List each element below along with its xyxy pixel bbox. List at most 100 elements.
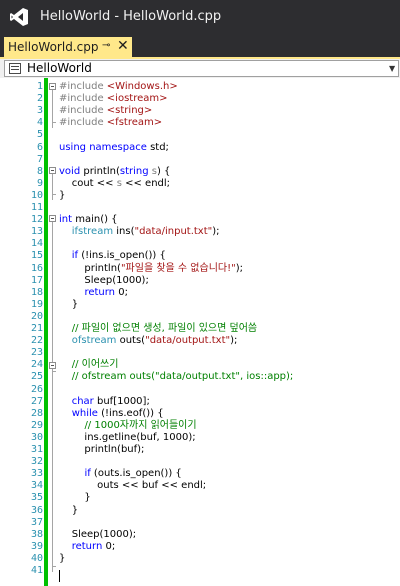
code-token: ins.getline(buf, 1000); <box>59 431 196 443</box>
line-number: 16 <box>30 262 43 274</box>
code-line[interactable]: 41 <box>0 565 400 577</box>
line-number: 10 <box>30 189 43 201</box>
pin-icon[interactable]: ⊸ <box>102 40 110 51</box>
line-number: 1 <box>36 81 43 92</box>
code-text: // 1000자까지 읽어들이기 <box>59 420 196 432</box>
code-line[interactable]: 12 int main() { <box>0 214 400 226</box>
code-line[interactable]: 35 } <box>0 492 400 504</box>
code-line[interactable]: 8 void println(string s) { <box>0 166 400 178</box>
line-number: 4 <box>36 117 43 129</box>
line-number: 34 <box>30 480 43 492</box>
code-text: } <box>59 492 90 504</box>
code-token: return <box>84 286 119 298</box>
code-line[interactable]: 37 <box>0 517 400 529</box>
code-line[interactable]: 31 println(buf); <box>0 444 400 456</box>
line-number: 17 <box>30 274 43 286</box>
code-token: cout << <box>59 177 117 189</box>
close-icon[interactable]: ✕ <box>117 38 129 54</box>
code-text: } <box>59 190 65 202</box>
code-token: #include <box>59 81 107 92</box>
code-line[interactable]: 24 // 이어쓰기 <box>0 359 400 371</box>
line-number: 9 <box>36 177 43 189</box>
window-title: HelloWorld - HelloWorld.cpp <box>40 9 222 24</box>
code-line[interactable]: 7 <box>0 154 400 166</box>
code-line[interactable]: 36 } <box>0 505 400 517</box>
code-text: Sleep(1000); <box>59 275 148 287</box>
code-line[interactable]: 30 ins.getline(buf, 1000); <box>0 432 400 444</box>
code-line[interactable]: 17 Sleep(1000); <box>0 275 400 287</box>
code-token: println( <box>59 262 121 274</box>
code-text: return 0; <box>59 540 116 553</box>
code-line[interactable]: 20 <box>0 311 400 323</box>
code-token: buf[1000]; <box>96 395 150 407</box>
line-number: 28 <box>30 407 43 419</box>
line-number: 24 <box>30 359 43 371</box>
code-text: #include <string> <box>59 105 152 117</box>
code-line[interactable]: 27 char buf[1000]; <box>0 396 400 408</box>
code-text: Sleep(1000); <box>59 529 136 541</box>
code-text: // 파일이 없으면 생성, 파일이 있으면 덮어씀 <box>59 323 257 335</box>
code-line[interactable]: 5 <box>0 129 400 141</box>
code-line[interactable]: 39 return 0; <box>0 541 400 553</box>
code-line[interactable]: 16 println("파일을 찾을 수 없습니다!"); <box>0 263 400 275</box>
code-line[interactable]: 13 ifstream ins("data/input.txt"); <box>0 226 400 238</box>
code-line[interactable]: 11 <box>0 202 400 214</box>
line-number: 7 <box>36 153 43 165</box>
code-token: } <box>59 504 79 516</box>
code-line[interactable]: 3 #include <string> <box>0 105 400 117</box>
code-token: Sleep(1000); <box>59 528 137 540</box>
code-token: } <box>59 552 66 564</box>
code-line[interactable]: 33 if (outs.is_open()) { <box>0 468 400 480</box>
title-bar: HelloWorld - HelloWorld.cpp <box>0 0 400 34</box>
code-token: <iostream> <box>106 93 168 105</box>
code-line[interactable]: 10} <box>0 190 400 202</box>
code-token: <Windows.h> <box>106 81 178 92</box>
code-line[interactable]: 6 using namespace std; <box>0 142 400 154</box>
code-line[interactable]: 14 <box>0 238 400 250</box>
code-token: } <box>59 189 66 201</box>
code-editor[interactable]: 1 #include <Windows.h> 2 #include <iostream… <box>0 78 400 586</box>
chevron-down-icon[interactable]: ▼ <box>389 64 395 73</box>
code-line[interactable]: 15 if (!ins.is_open()) { <box>0 250 400 262</box>
code-token: 0; <box>105 540 116 552</box>
code-line[interactable]: 18 return 0; <box>0 287 400 299</box>
code-line[interactable]: 4 #include <fstream> <box>0 117 400 129</box>
code-line[interactable]: 28 while (!ins.eof()) { <box>0 408 400 420</box>
code-token: "data/output.txt" <box>145 335 231 347</box>
tab-helloworld-cpp[interactable]: HelloWorld.cpp ⊸ ✕ <box>4 37 132 58</box>
code-line[interactable]: 1 #include <Windows.h> <box>0 81 400 93</box>
code-token: std; <box>150 141 169 153</box>
code-line[interactable]: 23 <box>0 347 400 359</box>
code-token: // 이어쓰기 <box>71 359 119 371</box>
code-line[interactable]: 22 ofstream outs("data/output.txt"); <box>0 335 400 347</box>
code-line[interactable]: 32 <box>0 456 400 468</box>
code-line[interactable]: 9 cout << s << endl; <box>0 178 400 190</box>
line-number: 35 <box>30 492 43 504</box>
code-line[interactable]: 40} <box>0 553 400 565</box>
line-number: 36 <box>30 504 43 516</box>
line-number: 11 <box>30 202 43 213</box>
code-line[interactable]: 38 Sleep(1000); <box>0 529 400 541</box>
code-line[interactable]: 2 #include <iostream> <box>0 93 400 105</box>
line-number: 19 <box>30 298 43 310</box>
code-token: println( <box>83 165 120 177</box>
code-line[interactable]: 19 } <box>0 299 400 311</box>
code-text: println(buf); <box>59 444 144 456</box>
code-line[interactable]: 26 <box>0 384 400 396</box>
code-text: ins.getline(buf, 1000); <box>59 431 196 444</box>
code-line[interactable]: 21 // 파일이 없으면 생성, 파일이 있으면 덮어씀 <box>0 323 400 335</box>
code-line[interactable]: 29 // 1000자까지 읽어들이기 <box>0 420 400 432</box>
code-token: #include <box>59 93 107 105</box>
code-token: // ofstream outs("data/output.txt", ios:… <box>71 371 294 383</box>
project-scope-dropdown[interactable]: HelloWorld ▼ <box>4 60 399 77</box>
code-token: void <box>59 165 84 177</box>
code-line[interactable]: 25 // ofstream outs("data/output.txt", i… <box>0 371 400 383</box>
visual-studio-logo-icon <box>10 8 28 26</box>
code-line[interactable]: 34 outs << buf << endl; <box>0 480 400 492</box>
